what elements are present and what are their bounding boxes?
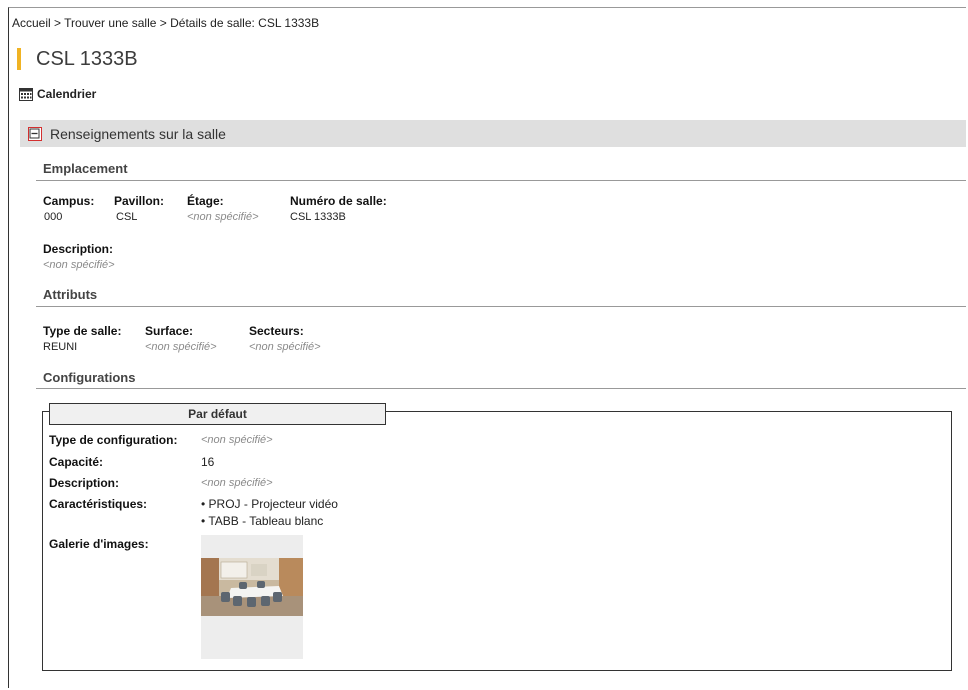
configurations-heading: Configurations	[43, 370, 136, 385]
calendar-link[interactable]: Calendrier	[19, 87, 96, 101]
caracteristique-item: • PROJ - Projecteur vidéo	[201, 497, 338, 511]
secteurs-value: <non spécifié>	[249, 341, 321, 353]
emplacement-heading: Emplacement	[43, 161, 128, 176]
configuration-panel	[42, 411, 952, 671]
caracteristique-item: • TABB - Tableau blanc	[201, 514, 324, 528]
attributs-divider	[36, 306, 966, 307]
etage-label: Étage:	[187, 194, 224, 208]
type-configuration-label: Type de configuration:	[49, 433, 178, 447]
section-title: Renseignements sur la salle	[50, 125, 226, 142]
description-value: <non spécifié>	[43, 259, 115, 271]
galerie-label: Galerie d'images:	[49, 537, 149, 551]
room-photo-thumbnail[interactable]	[201, 558, 303, 616]
breadcrumb-separator: >	[156, 16, 171, 30]
image-gallery	[201, 535, 303, 659]
configurations-divider	[36, 388, 966, 389]
pavillon-label: Pavillon:	[114, 194, 165, 208]
breadcrumb-home[interactable]: Accueil	[12, 16, 51, 30]
collapse-button[interactable]	[28, 126, 42, 141]
surface-value: <non spécifié>	[145, 341, 217, 353]
capacite-label: Capacité:	[49, 455, 104, 469]
calendar-icon	[19, 88, 33, 101]
numero-salle-value: CSL 1333B	[290, 211, 346, 223]
etage-value: <non spécifié>	[187, 211, 259, 223]
config-description-label: Description:	[49, 476, 120, 490]
type-salle-label: Type de salle:	[43, 324, 122, 338]
config-tab-default[interactable]: Par défaut	[49, 403, 386, 425]
surface-label: Surface:	[145, 324, 194, 338]
secteurs-label: Secteurs:	[249, 324, 304, 338]
breadcrumb-separator: >	[50, 16, 65, 30]
breadcrumb-current: Détails de salle: CSL 1333B	[170, 16, 320, 30]
type-salle-value: REUNI	[43, 341, 78, 353]
emplacement-divider	[36, 180, 966, 181]
room-info-section-header: Renseignements sur la salle	[20, 120, 966, 147]
type-configuration-value: <non spécifié>	[201, 434, 273, 446]
config-description-value: <non spécifié>	[201, 477, 273, 489]
numero-salle-label: Numéro de salle:	[290, 194, 387, 208]
breadcrumb-find-room[interactable]: Trouver une salle	[64, 16, 156, 30]
pavillon-value: CSL	[116, 211, 138, 223]
breadcrumb: Accueil > Trouver une salle > Détails de…	[12, 16, 319, 30]
calendar-label: Calendrier	[37, 87, 97, 101]
title-accent-bar	[17, 48, 21, 70]
title-row: CSL 1333B	[17, 47, 138, 71]
description-label: Description:	[43, 242, 114, 256]
attributs-heading: Attributs	[43, 287, 98, 302]
capacite-value: 16	[201, 455, 215, 469]
campus-value: 000	[44, 211, 63, 223]
caracteristiques-label: Caractéristiques:	[49, 497, 148, 511]
page-title: CSL 1333B	[36, 47, 138, 70]
collapse-minus-icon	[29, 128, 40, 138]
campus-label: Campus:	[43, 194, 95, 208]
